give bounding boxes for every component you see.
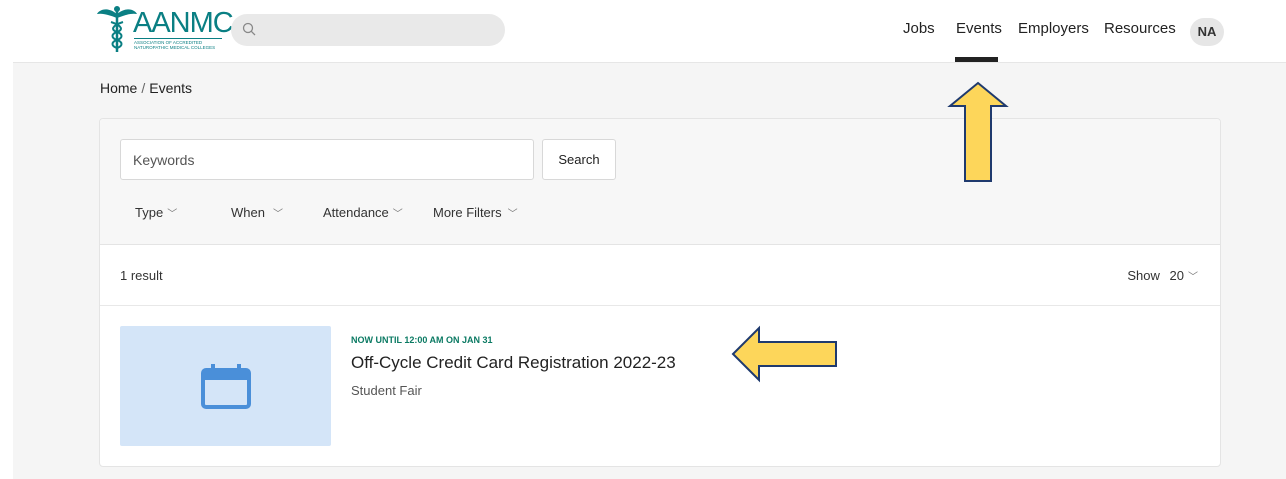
result-count: 1 result <box>120 268 163 283</box>
search-icon <box>242 22 256 36</box>
chevron-down-icon: ﹀ <box>167 209 178 220</box>
up-arrow-annotation <box>947 81 1009 182</box>
event-thumbnail[interactable] <box>120 326 331 446</box>
logo-divider <box>134 38 222 39</box>
page: AANMC Association of Accredited Naturopa… <box>0 0 1286 479</box>
header-search[interactable] <box>231 14 505 46</box>
results-toolbar: 1 result Show 20 ﹀ <box>100 246 1220 306</box>
page-size-select[interactable]: Show 20 ﹀ <box>1127 268 1198 283</box>
filter-type-label: Type <box>135 205 164 220</box>
filter-attendance[interactable]: Attendance ﹀ <box>323 205 403 220</box>
caduceus-icon <box>97 6 137 52</box>
breadcrumb-separator: / <box>141 80 146 96</box>
calendar-icon <box>201 364 251 409</box>
chevron-down-icon: ﹀ <box>272 209 283 220</box>
events-card: Search Type﹀ When﹀ Attendance﹀ More Filt… <box>99 118 1221 467</box>
show-value: 20 <box>1169 268 1184 283</box>
event-type: Student Fair <box>351 383 422 398</box>
breadcrumb-home[interactable]: Home <box>100 80 137 96</box>
filter-when[interactable]: When ﹀ <box>231 205 283 220</box>
logo-subtext: Association of Accredited Naturopathic M… <box>134 40 216 50</box>
left-arrow-annotation <box>731 325 837 383</box>
user-avatar[interactable]: NA <box>1190 18 1224 46</box>
chevron-down-icon: ﹀ <box>392 209 403 220</box>
aanmc-logo[interactable]: AANMC Association of Accredited Naturopa… <box>97 4 234 54</box>
show-label: Show <box>1127 268 1160 283</box>
logo-text: AANMC <box>133 7 234 39</box>
event-title-link[interactable]: Off-Cycle Credit Card Registration 2022-… <box>351 353 676 373</box>
filter-type[interactable]: Type ﹀ <box>135 205 177 220</box>
event-date: NOW UNTIL 12:00 AM ON JAN 31 <box>351 335 493 345</box>
filter-when-label: When <box>231 205 265 220</box>
top-header: AANMC Association of Accredited Naturopa… <box>0 0 1286 62</box>
filter-more-label: More Filters <box>433 205 502 220</box>
nav-events[interactable]: Events <box>956 20 1002 37</box>
filter-attendance-label: Attendance <box>323 205 389 220</box>
nav-resources[interactable]: Resources <box>1104 20 1176 37</box>
chevron-down-icon: ﹀ <box>507 209 518 220</box>
breadcrumb-current: Events <box>149 80 193 96</box>
nav-employers[interactable]: Employers <box>1018 20 1089 37</box>
search-button[interactable]: Search <box>542 139 616 180</box>
filter-panel: Search Type﹀ When﹀ Attendance﹀ More Filt… <box>100 119 1220 245</box>
filter-more[interactable]: More Filters ﹀ <box>433 205 518 220</box>
nav-jobs[interactable]: Jobs <box>903 20 935 37</box>
keywords-input[interactable] <box>120 139 534 180</box>
breadcrumb: Home / Events <box>100 80 192 96</box>
chevron-down-icon: ﹀ <box>1188 272 1198 283</box>
